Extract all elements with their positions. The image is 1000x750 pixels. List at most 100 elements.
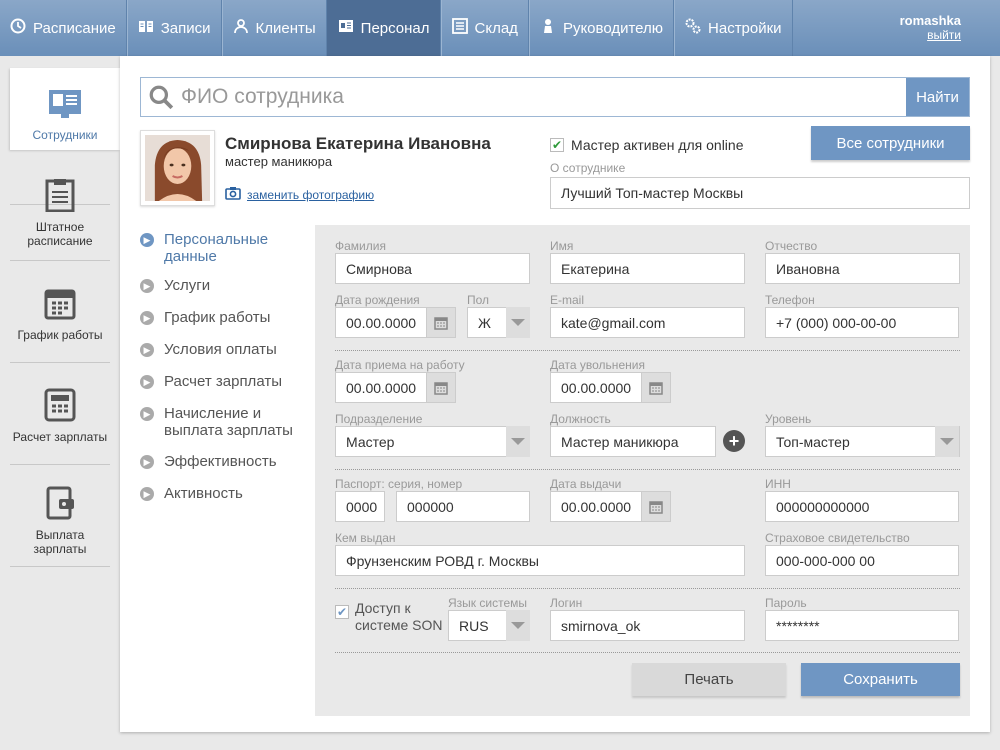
department-select[interactable]: Мастер (335, 426, 530, 457)
lastname-field[interactable]: Смирнова (335, 253, 530, 284)
menu-item-personal-data[interactable]: ▶ Персональные данные (130, 227, 315, 283)
chevron-down-icon[interactable] (506, 610, 530, 641)
sidebar-item-salary-calc[interactable]: Расчет зарплаты (10, 388, 110, 444)
position-field[interactable]: Мастер маникюра (550, 426, 716, 457)
sidebar-item-work-schedule[interactable]: График работы (10, 286, 110, 342)
hire-date-field[interactable]: 00.00.0000 (335, 372, 427, 403)
sidebar-item-employees[interactable]: Сотрудники (10, 68, 120, 150)
menu-item-label: Персональные данные (164, 231, 269, 265)
online-active-checkbox[interactable]: ✔ Мастер активен для online (550, 137, 743, 153)
logout-link[interactable]: выйти (900, 28, 961, 42)
phone-field[interactable]: +7 (000) 000-00-00 (765, 307, 959, 338)
save-button[interactable]: Сохранить (801, 663, 960, 696)
dismissal-date-field[interactable]: 00.00.0000 (550, 372, 642, 403)
nav-label: Записи (160, 19, 211, 37)
sidebar-item-label: Расчет зарплаты (12, 430, 108, 444)
language-label: Язык системы (448, 596, 527, 610)
passport-series-field[interactable]: 0000 (335, 491, 385, 522)
arrow-right-icon: ▶ (140, 487, 154, 501)
menu-item-efficiency[interactable]: ▶ Эффективность (130, 453, 315, 470)
nav-staff[interactable]: Персонал (326, 0, 441, 56)
search-button[interactable]: Найти (906, 78, 969, 116)
add-position-icon[interactable]: + (723, 430, 745, 452)
arrow-right-icon: ▶ (140, 375, 154, 389)
middlename-label: Отчество (765, 239, 818, 253)
password-label: Пароль (765, 596, 807, 610)
insurance-label: Страховое свидетельство (765, 531, 910, 545)
middlename-field[interactable]: Ивановна (765, 253, 960, 284)
issue-date-field[interactable]: 00.00.0000 (550, 491, 642, 522)
divider (10, 464, 110, 465)
sidebar-item-salary-payout[interactable]: Выплата зарплаты (10, 486, 110, 556)
nav-settings[interactable]: Настройки (674, 0, 793, 56)
nav-manager[interactable]: Руководителю (528, 0, 675, 56)
search-input[interactable] (181, 78, 906, 116)
arrow-right-icon: ▶ (140, 455, 154, 469)
divider (10, 362, 110, 363)
search-bar: Найти (140, 77, 970, 117)
nav-records[interactable]: Записи (126, 0, 222, 56)
level-select[interactable]: Топ-мастер (765, 426, 960, 457)
issued-by-label: Кем выдан (335, 531, 396, 545)
login-field[interactable]: smirnova_ok (550, 610, 745, 641)
id-card-icon (338, 18, 354, 38)
id-card-icon (48, 86, 82, 120)
clipboard-icon (43, 178, 77, 213)
login-label: Логин (550, 596, 583, 610)
search-icon (141, 78, 181, 116)
chevron-down-icon[interactable] (935, 426, 959, 457)
arrow-right-icon: ▶ (140, 311, 154, 325)
menu-item-salary-calc[interactable]: ▶ Расчет зарплаты (130, 373, 315, 390)
insurance-field[interactable]: 000-000-000 00 (765, 545, 959, 576)
chevron-down-icon[interactable] (506, 307, 530, 338)
firstname-field[interactable]: Екатерина (550, 253, 745, 284)
passport-number-field[interactable]: 000000 (396, 491, 530, 522)
menu-item-label: Начисление и выплата зарплаты (164, 405, 293, 439)
calendar-icon[interactable] (426, 307, 456, 338)
calendar-icon[interactable] (641, 372, 671, 403)
birthdate-field[interactable]: 00.00.0000 (335, 307, 427, 338)
camera-icon (225, 186, 241, 203)
nav-label: Расписание (33, 19, 116, 37)
email-field[interactable]: kate@gmail.com (550, 307, 745, 338)
person-icon (540, 18, 556, 38)
nav-label: Склад (474, 19, 518, 37)
top-navigation: Расписание Записи Клиенты Персонал Склад… (0, 0, 1000, 56)
nav-clients[interactable]: Клиенты (221, 0, 327, 56)
user-box: romashka выйти (900, 13, 961, 42)
divider (10, 260, 110, 261)
wallet-icon (43, 486, 77, 520)
sidebar-item-staffing[interactable]: Штатное расписание (10, 178, 110, 248)
menu-item-work-schedule[interactable]: ▶ График работы (130, 309, 315, 326)
employee-role: мастер маникюра (225, 154, 333, 169)
print-button[interactable]: Печать (632, 663, 786, 696)
nav-schedule[interactable]: Расписание (0, 0, 127, 56)
menu-item-activity[interactable]: ▶ Активность (130, 485, 315, 502)
password-field[interactable]: ******** (765, 610, 959, 641)
calculator-icon (43, 388, 77, 422)
calendar-icon[interactable] (641, 491, 671, 522)
department-label: Подразделение (335, 412, 423, 426)
divider (335, 588, 960, 589)
calendar-icon[interactable] (426, 372, 456, 403)
arrow-right-icon: ▶ (140, 407, 154, 421)
inn-label: ИНН (765, 477, 791, 491)
chevron-down-icon[interactable] (506, 426, 530, 457)
clock-icon (10, 18, 26, 38)
divider (335, 350, 960, 351)
nav-label: Персонал (360, 19, 430, 37)
nav-warehouse[interactable]: Склад (440, 0, 529, 56)
position-label: Должность (550, 412, 611, 426)
system-access-checkbox[interactable]: ✔ Доступ к системе SON (335, 600, 445, 634)
issued-by-field[interactable]: Фрунзенским РОВД г. Москвы (335, 545, 745, 576)
change-photo-link[interactable]: заменить фотографию (225, 186, 374, 203)
calendar-icon (43, 286, 77, 320)
menu-item-accrual[interactable]: ▶ Начисление и выплата зарплаты (130, 405, 310, 439)
menu-item-pay-terms[interactable]: ▶ Условия оплаты (130, 341, 315, 358)
about-field[interactable]: Лучший Топ-мастер Москвы (550, 177, 970, 209)
all-employees-button[interactable]: Все сотрудники (811, 126, 970, 160)
inn-field[interactable]: 000000000000 (765, 491, 959, 522)
menu-item-services[interactable]: ▶ Услуги (130, 277, 315, 294)
menu-item-label: График работы (164, 309, 271, 326)
menu-item-label: Расчет зарплаты (164, 373, 282, 390)
